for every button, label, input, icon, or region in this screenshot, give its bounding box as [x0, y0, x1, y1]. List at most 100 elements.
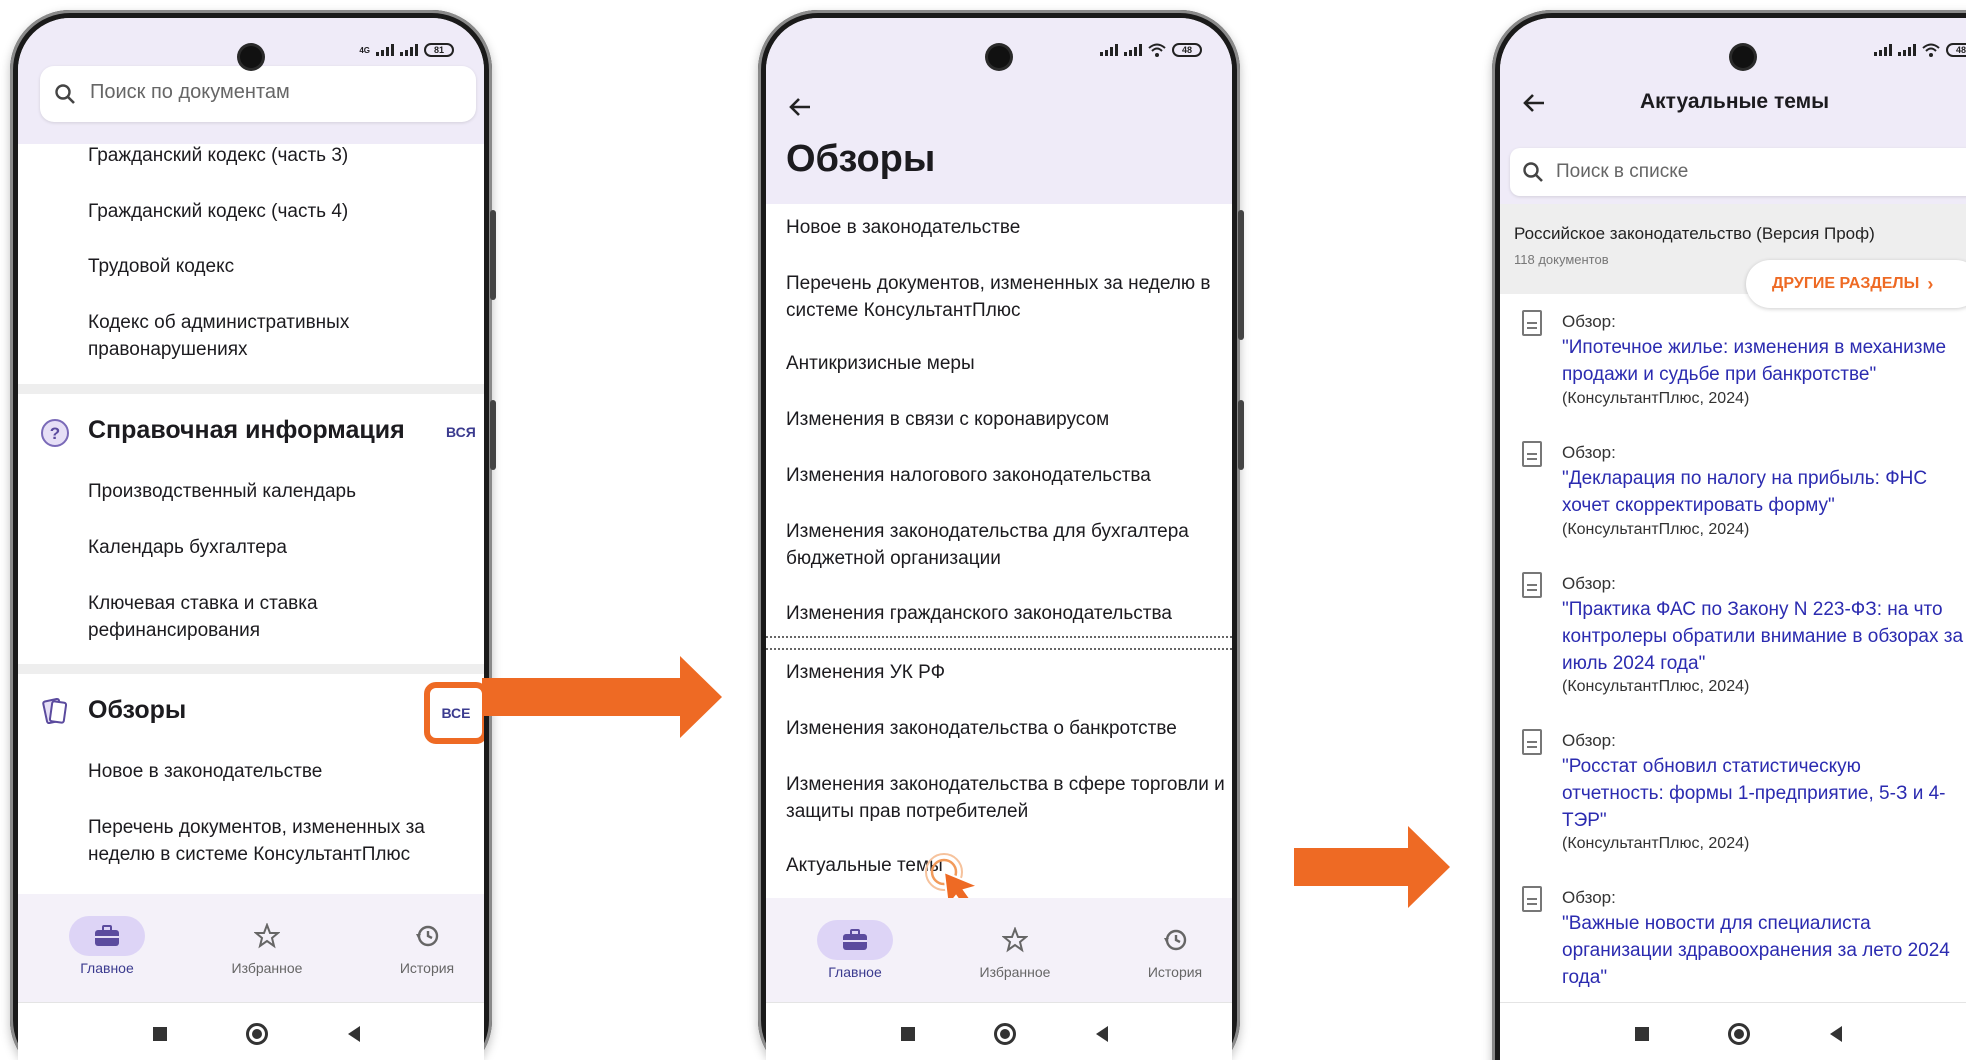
- reviews-all-link: ВСЕ: [441, 705, 471, 721]
- nav-home-label: Главное: [828, 964, 882, 980]
- reviews-list-item[interactable]: Новое в законодательстве: [786, 214, 1020, 241]
- star-icon: [1002, 927, 1028, 953]
- home-screen: 4G 81 Поиск по документам Гражданский ко…: [18, 18, 484, 1060]
- nav-history-label: История: [399, 960, 455, 976]
- home-circle-icon[interactable]: [246, 1023, 268, 1045]
- front-camera: [988, 46, 1010, 68]
- review-link[interactable]: "Росстат обновил статистическую отчетнос…: [1562, 753, 1962, 834]
- review-source: (КонсультантПлюс, 2024): [1562, 678, 1750, 695]
- battery-icon: 48: [1946, 43, 1966, 57]
- reviews-icon: [42, 697, 68, 725]
- review-source: (КонсультантПлюс, 2024): [1562, 390, 1750, 407]
- system-navigation-bar: [1500, 1002, 1966, 1060]
- review-link[interactable]: "Практика ФАС по Закону N 223-ФЗ: на что…: [1562, 596, 1966, 677]
- reviews-list-item[interactable]: Изменения налогового законодательства: [786, 462, 1151, 489]
- home-circle-icon[interactable]: [994, 1023, 1016, 1045]
- briefcase-icon: [95, 925, 119, 946]
- reviews-all-button-highlight[interactable]: ВСЕ: [424, 682, 484, 744]
- reviews-list-item[interactable]: Изменения УК РФ: [786, 659, 945, 686]
- search-icon: [1523, 162, 1543, 182]
- nav-home[interactable]: Главное: [790, 920, 920, 980]
- document-icon: [1522, 310, 1542, 336]
- recent-apps-icon[interactable]: [1635, 1027, 1649, 1041]
- nav-history[interactable]: История: [1110, 920, 1232, 980]
- system-navigation-bar: [766, 1002, 1232, 1060]
- codex-item[interactable]: Трудовой кодекс: [88, 253, 234, 280]
- reviews-list-item[interactable]: Изменения гражданского законодательства: [786, 600, 1172, 627]
- page-title: Актуальные темы: [1640, 90, 1830, 113]
- status-bar: 48: [1874, 42, 1966, 58]
- reviews-list-item[interactable]: Изменения в связи с коронавирусом: [786, 406, 1109, 433]
- signal-icon: [1874, 44, 1892, 56]
- back-triangle-icon[interactable]: [348, 1026, 360, 1042]
- reviews-list-item[interactable]: Изменения законодательства о банкротстве: [786, 715, 1177, 742]
- section-divider: [18, 384, 484, 394]
- phone-frame-current-topics: 48 Актуальные темы Поиск в списке Россий…: [1492, 10, 1966, 1060]
- review-link[interactable]: "Декларация по налогу на прибыль: ФНС хо…: [1562, 465, 1966, 519]
- status-bar: 48: [1100, 42, 1202, 58]
- document-icon: [1522, 572, 1542, 598]
- review-label: Обзор:: [1562, 731, 1616, 750]
- svg-text:?: ?: [50, 424, 60, 443]
- signal-icon-2: [1898, 44, 1916, 56]
- page-title: Обзоры: [786, 138, 936, 180]
- network-type: 4G: [359, 45, 370, 55]
- nav-history-label: История: [1147, 964, 1203, 980]
- reviews-list-item-current-topics[interactable]: Актуальные темы: [786, 852, 943, 879]
- system-navigation-bar: [18, 1002, 484, 1060]
- nav-history[interactable]: История: [362, 916, 484, 976]
- review-link[interactable]: "Важные новости для специалиста организа…: [1562, 910, 1966, 991]
- reference-item[interactable]: Производственный календарь: [88, 478, 356, 505]
- list-search-bar[interactable]: Поиск в списке: [1510, 148, 1966, 196]
- reviews-list-item[interactable]: Изменения законодательства для бухгалтер…: [786, 518, 1226, 572]
- reviews-item[interactable]: Перечень документов, измененных за недел…: [88, 814, 448, 868]
- reference-item[interactable]: Календарь бухгалтера: [88, 534, 287, 561]
- source-count: 118 документов: [1514, 252, 1609, 267]
- review-link[interactable]: "Ипотечное жилье: изменения в механизме …: [1562, 334, 1966, 388]
- codex-item[interactable]: Кодекс об административных правонарушени…: [88, 309, 388, 363]
- reviews-item[interactable]: Новое в законодательстве: [88, 758, 322, 785]
- home-circle-icon[interactable]: [1728, 1023, 1750, 1045]
- review-source: (КонсультантПлюс, 2024): [1562, 521, 1750, 538]
- nav-favorites[interactable]: Избранное: [950, 920, 1080, 980]
- briefcase-icon: [843, 929, 867, 950]
- recent-apps-icon[interactable]: [153, 1027, 167, 1041]
- reference-item[interactable]: Ключевая ставка и ставка рефинансировани…: [88, 590, 388, 644]
- codex-item[interactable]: Гражданский кодекс (часть 3): [88, 142, 348, 169]
- section-divider: [18, 664, 484, 674]
- wifi-icon: [1922, 43, 1940, 57]
- reviews-list-item[interactable]: Изменения законодательства в сфере торго…: [786, 771, 1232, 825]
- battery-icon: 81: [424, 43, 454, 57]
- recent-apps-icon[interactable]: [901, 1027, 915, 1041]
- battery-icon: 48: [1172, 43, 1202, 57]
- reviews-list-item[interactable]: Перечень документов, измененных за недел…: [786, 270, 1226, 324]
- back-triangle-icon[interactable]: [1830, 1026, 1842, 1042]
- bottom-navigation: Главное Избранное История: [766, 898, 1232, 1002]
- other-sections-button[interactable]: ДРУГИЕ РАЗДЕЛЫ ›: [1746, 260, 1966, 308]
- search-bar[interactable]: Поиск по документам: [40, 66, 476, 122]
- signal-icon: [1100, 44, 1118, 56]
- list-search-placeholder: Поиск в списке: [1556, 161, 1689, 182]
- status-bar: 4G 81: [359, 42, 454, 58]
- front-camera: [240, 46, 262, 68]
- signal-icon-2: [1124, 44, 1142, 56]
- review-source: (КонсультантПлюс, 2024): [1562, 835, 1750, 852]
- bottom-navigation: Главное Избранное История: [18, 894, 484, 1002]
- reference-all-link[interactable]: ВСЯ: [446, 424, 476, 440]
- reviews-list-item[interactable]: Антикризисные меры: [786, 350, 975, 377]
- phone-frame-reviews: 48 Обзоры Новое в законодательстве Переч…: [758, 10, 1244, 1060]
- back-arrow-icon[interactable]: [1522, 92, 1546, 114]
- front-camera: [1732, 46, 1754, 68]
- back-arrow-icon[interactable]: [788, 96, 812, 118]
- wifi-icon: [1148, 43, 1166, 57]
- nav-favorites[interactable]: Избранное: [202, 916, 332, 976]
- review-label: Обзор:: [1562, 443, 1616, 462]
- current-topics-screen: 48 Актуальные темы Поиск в списке Россий…: [1500, 18, 1966, 1060]
- codex-item[interactable]: Гражданский кодекс (часть 4): [88, 198, 348, 225]
- nav-home[interactable]: Главное: [42, 916, 172, 976]
- cut-indicator: [766, 636, 1232, 650]
- nav-favorites-label: Избранное: [979, 964, 1051, 980]
- back-triangle-icon[interactable]: [1096, 1026, 1108, 1042]
- search-placeholder: Поиск по документам: [90, 81, 290, 103]
- phone-frame-home: 4G 81 Поиск по документам Гражданский ко…: [10, 10, 496, 1060]
